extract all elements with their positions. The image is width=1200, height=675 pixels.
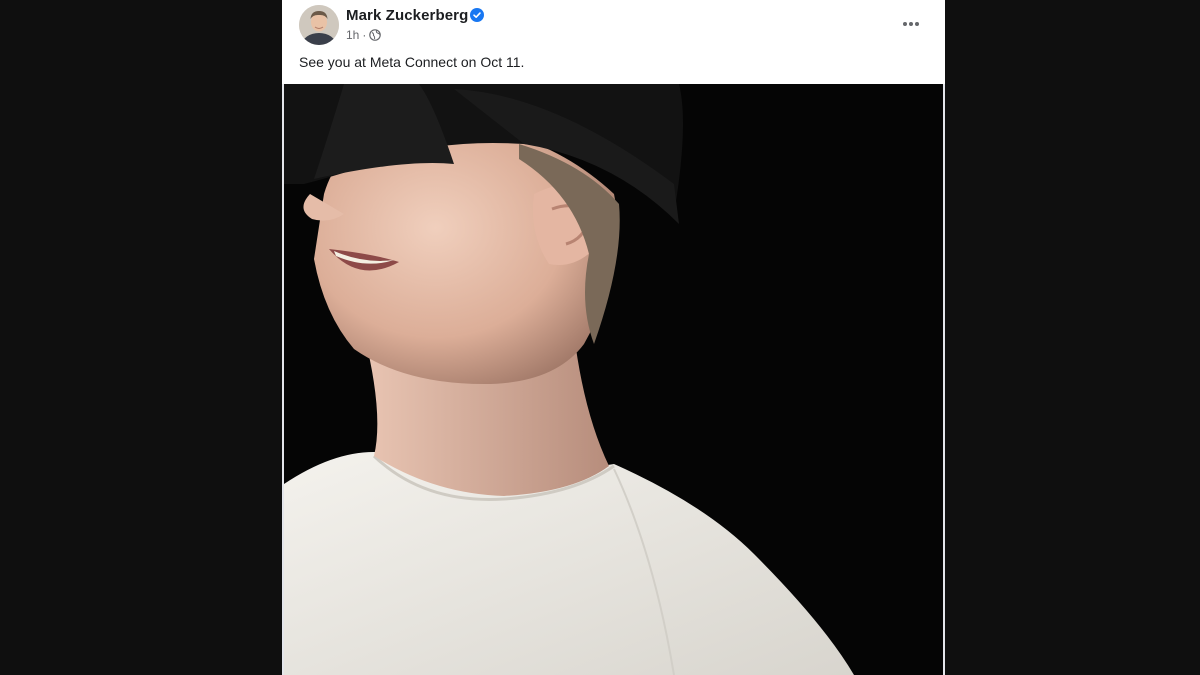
post-photo-image [284,84,943,675]
globe-icon[interactable] [369,29,382,41]
page-background: Mark Zuckerberg 1h · See you at Meta Con… [0,0,1200,675]
more-options-icon [903,22,919,26]
author-avatar[interactable] [299,5,339,45]
meta-separator: · [362,28,367,42]
post-timestamp[interactable]: 1h [346,28,359,42]
author-name[interactable]: Mark Zuckerberg [346,7,468,24]
verified-badge-icon [470,8,484,22]
post-meta: 1h · [346,27,382,43]
avatar-image [299,5,339,45]
photo-border-right [943,84,945,675]
post-header: Mark Zuckerberg 1h · See you at Meta Con… [282,0,945,84]
post-text: See you at Meta Connect on Oct 11. [299,54,525,70]
facebook-post-card: Mark Zuckerberg 1h · See you at Meta Con… [282,0,945,675]
more-options-button[interactable] [899,12,923,36]
post-photo[interactable] [284,84,943,675]
